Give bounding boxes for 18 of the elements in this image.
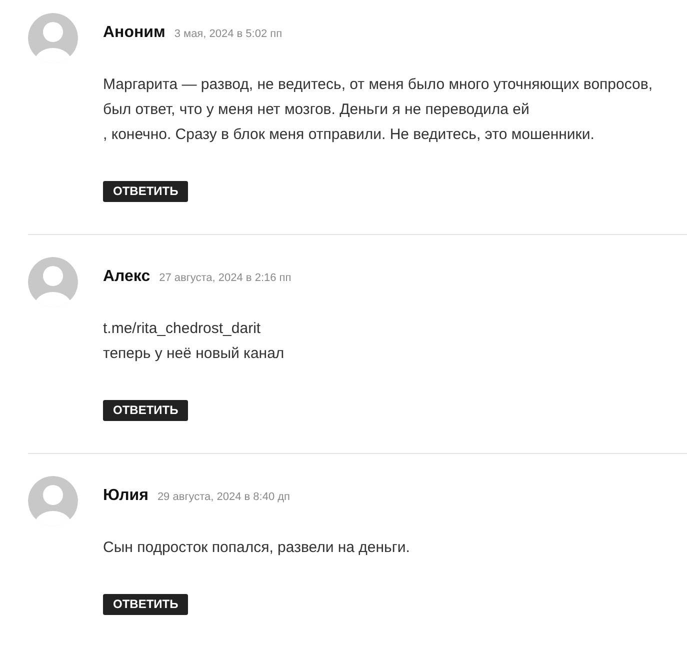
author-name: Юлия (103, 486, 148, 506)
comment-text: t.me/rita_chedrost_darit (103, 319, 262, 339)
comment-text: Сын подросток попался, развели на деньги. (103, 538, 410, 558)
comment-text: был ответ, что у меня нет мозгов. Деньги я не переводила ей (103, 100, 530, 120)
avatar-icon (28, 13, 78, 63)
reply-button[interactable]: ОТВЕТИТЬ (103, 594, 188, 615)
comment-date: 27 августа, 2024 в 2:16 пп (159, 271, 292, 286)
comment-date: 29 августа, 2024 в 8:40 дп (157, 490, 290, 505)
reply-button[interactable]: ОТВЕТИТЬ (103, 181, 188, 202)
comment-text: , конечно. Сразу в блок меня отправили. Не ведитесь, это мошенники. (103, 125, 596, 145)
reply-button[interactable]: ОТВЕТИТЬ (103, 400, 188, 421)
avatar-icon (28, 476, 78, 526)
author-name: Аноним (103, 23, 166, 43)
author-name: Алекс (103, 267, 150, 287)
comment-date: 3 мая, 2024 в 5:02 пп (174, 27, 282, 42)
comment-text: Маргарита — развод, не ведитесь, от меня было много уточняющих вопросов, (103, 75, 652, 95)
avatar-icon (28, 257, 78, 307)
comment-text: теперь у неё новый канал (103, 344, 286, 364)
